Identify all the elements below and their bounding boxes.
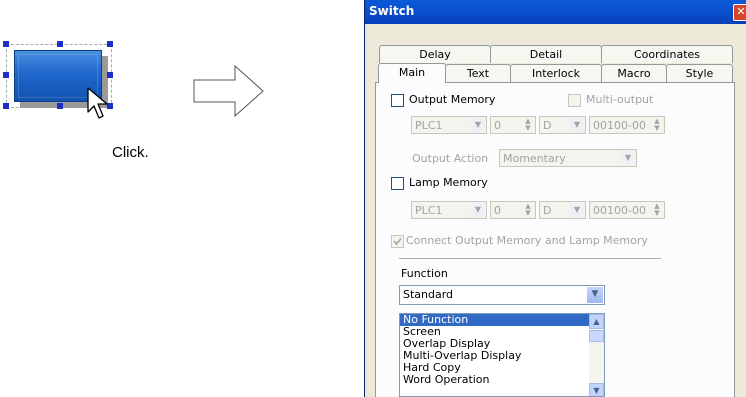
lamp-memory-label: Lamp Memory xyxy=(409,176,488,189)
right-arrow-icon xyxy=(193,65,264,117)
output-plc-select[interactable]: PLC1 ▼ xyxy=(411,116,487,134)
tab-macro[interactable]: Macro xyxy=(601,64,667,82)
switch-dialog: Switch ✕ Delay Detail Coordinates Main T… xyxy=(364,0,746,397)
listbox-scrollbar[interactable]: ▲ ▼ xyxy=(589,314,604,396)
output-device-select[interactable]: D ▼ xyxy=(539,116,586,134)
resize-handle-e[interactable] xyxy=(107,72,113,78)
output-address-value: 00100-00 xyxy=(593,119,646,132)
scroll-thumb[interactable] xyxy=(589,330,604,342)
lamp-device-select[interactable]: D ▼ xyxy=(539,201,586,219)
lamp-memory-checkbox[interactable] xyxy=(391,177,404,190)
output-device-value: D xyxy=(543,119,552,132)
spin-arrows-icon[interactable]: ▲ ▼ xyxy=(522,118,534,132)
divider xyxy=(399,258,661,259)
resize-handle-n[interactable] xyxy=(57,41,63,47)
scroll-down-icon[interactable]: ▼ xyxy=(589,383,604,396)
dialog-title: Switch xyxy=(369,4,415,18)
click-instruction: Click. xyxy=(112,144,149,161)
resize-handle-s[interactable] xyxy=(57,103,63,109)
chevron-down-icon[interactable]: ▼ xyxy=(587,287,603,303)
lamp-device-value: D xyxy=(543,204,552,217)
output-memory-checkbox[interactable] xyxy=(391,94,404,107)
function-listbox[interactable]: No Function Screen Overlap Display Multi… xyxy=(399,313,605,397)
close-icon[interactable]: ✕ xyxy=(733,4,746,21)
function-select-value: Standard xyxy=(403,288,454,301)
checkmark-icon xyxy=(393,237,402,246)
list-item[interactable]: Word Operation xyxy=(400,374,604,386)
resize-handle-sw[interactable] xyxy=(3,103,9,109)
lamp-address-value: 00100-00 xyxy=(593,204,646,217)
pointer-cursor-icon xyxy=(87,87,108,119)
connect-memory-label: Connect Output Memory and Lamp Memory xyxy=(406,234,648,247)
output-station-spinner[interactable]: 0 ▲ ▼ xyxy=(490,116,536,134)
output-plc-value: PLC1 xyxy=(415,119,443,132)
chevron-down-icon[interactable]: ▼ xyxy=(621,151,635,165)
dialog-titlebar[interactable]: Switch ✕ xyxy=(365,0,746,24)
multi-output-checkbox[interactable] xyxy=(568,94,581,107)
scroll-up-icon[interactable]: ▲ xyxy=(589,314,604,329)
chevron-down-icon[interactable]: ▼ xyxy=(471,118,485,132)
lamp-plc-select[interactable]: PLC1 ▼ xyxy=(411,201,487,219)
spin-arrows-icon[interactable]: ▲ ▼ xyxy=(522,203,534,217)
tab-delay[interactable]: Delay xyxy=(379,45,491,63)
tab-text[interactable]: Text xyxy=(445,64,511,82)
output-action-label: Output Action xyxy=(412,152,489,165)
output-memory-label: Output Memory xyxy=(409,93,496,106)
output-station-value: 0 xyxy=(494,119,501,132)
tab-detail[interactable]: Detail xyxy=(490,45,602,63)
chevron-down-icon[interactable]: ▼ xyxy=(570,203,584,217)
output-action-value: Momentary xyxy=(503,152,566,165)
multi-output-label: Multi-output xyxy=(586,93,654,106)
spin-arrows-icon[interactable]: ▲ ▼ xyxy=(651,203,663,217)
lamp-plc-value: PLC1 xyxy=(415,204,443,217)
chevron-down-icon[interactable]: ▼ xyxy=(471,203,485,217)
output-action-select[interactable]: Momentary ▼ xyxy=(499,149,637,167)
lamp-station-spinner[interactable]: 0 ▲ ▼ xyxy=(490,201,536,219)
function-select[interactable]: Standard ▼ xyxy=(399,285,605,305)
tab-style[interactable]: Style xyxy=(666,64,733,82)
resize-handle-nw[interactable] xyxy=(3,41,9,47)
tab-main[interactable]: Main xyxy=(378,63,446,83)
resize-handle-w[interactable] xyxy=(3,72,9,78)
output-address-field[interactable]: 00100-00 ▲ ▼ xyxy=(589,116,665,134)
chevron-down-icon[interactable]: ▼ xyxy=(570,118,584,132)
tab-interlock[interactable]: Interlock xyxy=(510,64,602,82)
tab-coordinates[interactable]: Coordinates xyxy=(601,45,733,63)
lamp-station-value: 0 xyxy=(494,204,501,217)
resize-handle-ne[interactable] xyxy=(107,41,113,47)
spin-arrows-icon[interactable]: ▲ ▼ xyxy=(651,118,663,132)
lamp-address-field[interactable]: 00100-00 ▲ ▼ xyxy=(589,201,665,219)
function-label: Function xyxy=(401,267,448,280)
